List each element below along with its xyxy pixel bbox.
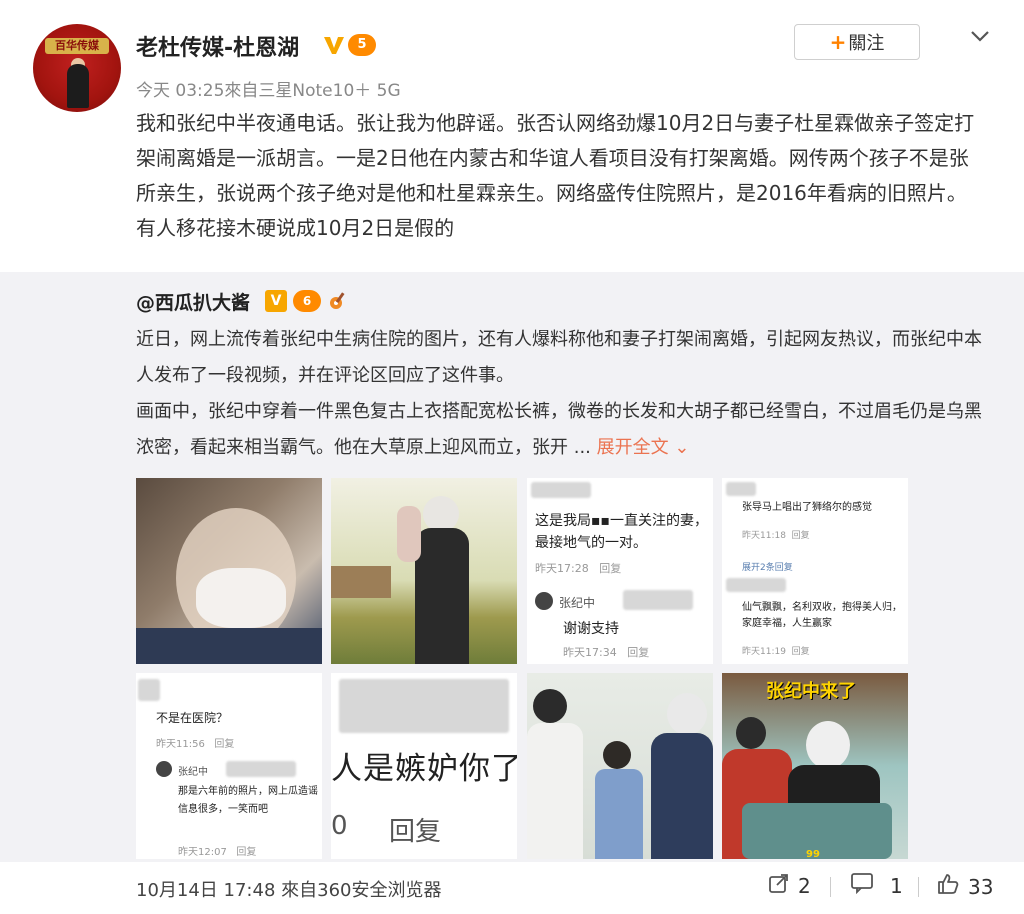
repost-paragraph-2: 画面中，张纪中穿着一件黑色复古上衣搭配宽松长裤，微卷的长发和大胡子都已经雪白，不… <box>136 401 982 458</box>
repost-count: 2 <box>798 873 811 898</box>
thumbnail-family-photo[interactable] <box>527 673 713 859</box>
footer-divider <box>918 877 919 897</box>
thumbnail-comment-3[interactable]: 不是在医院？ 昨天11:56 回复 张纪中 那是六年前的照片，网上瓜造谣信息很多… <box>136 673 322 859</box>
thumbnail-video-frame[interactable]: 张纪中来了 99 <box>722 673 908 859</box>
chevron-down-icon: ⌄ <box>674 437 690 458</box>
post-text: 我和张纪中半夜通电话。张让我为他辟谣。张否认网络劲爆10月2日与妻子杜星霖做亲子… <box>136 111 975 240</box>
thumbnail-comment-1[interactable]: 这是我局▪▪一直关注的妻，最接地气的一对。 昨天17:28 回复 张纪中 谢谢支… <box>527 478 713 664</box>
repost-button[interactable]: 2 <box>768 872 811 899</box>
verified-icon: V <box>265 290 287 312</box>
thumbnail-grassland-photo[interactable] <box>331 478 517 664</box>
repost-text: 近日，网上流传着张纪中生病住院的图片，还有人爆料称他和妻子打架闹离婚，引起网友热… <box>136 322 986 466</box>
thumbnail-comment-2[interactable]: 张导马上唱出了狮络尔的感觉 昨天11:18 回复 展开2条回复 仙气飘飘，名利双… <box>722 478 908 664</box>
avatar[interactable]: 百华传媒 <box>33 24 121 112</box>
thumbnail-comment-4[interactable]: 人是嫉妒你了 0 回复 <box>331 673 517 859</box>
guitar-icon <box>327 288 351 312</box>
comment-icon <box>850 872 874 899</box>
like-count: 33 <box>968 874 994 899</box>
avatar-banner: 百华传媒 <box>45 38 109 54</box>
thumbs-up-icon <box>936 872 960 901</box>
plus-icon: + <box>829 30 847 54</box>
verified-icon <box>322 33 344 55</box>
post-username[interactable]: 老杜传媒-杜恩湖 <box>136 30 299 62</box>
level-badge: 5 <box>348 34 376 56</box>
footer-divider <box>830 877 831 897</box>
thumbnail-hospital-photo[interactable] <box>136 478 322 664</box>
repost-paragraph-1: 近日，网上流传着张纪中生病住院的图片，还有人爆料称他和妻子打架闹离婚，引起网友热… <box>136 329 982 386</box>
level-badge: 6 <box>293 290 321 312</box>
follow-label: 關注 <box>848 33 885 54</box>
comment-count: 1 <box>890 873 903 898</box>
comment-button[interactable]: 1 <box>850 872 903 899</box>
follow-button[interactable]: + 關注 <box>794 24 920 60</box>
footer-timestamp: 10月14日 17:48 來自360安全浏览器 <box>136 880 442 901</box>
share-icon <box>768 872 790 899</box>
expand-link[interactable]: 展开全文 ⌄ <box>597 437 690 458</box>
repost-username[interactable]: @西瓜扒大酱 <box>136 288 250 315</box>
like-button[interactable]: 33 <box>936 872 993 901</box>
post-meta: 今天 03:25來自三星Note10＋ 5G <box>136 81 401 101</box>
chevron-down-icon[interactable] <box>968 24 992 48</box>
avatar-person <box>67 64 89 108</box>
